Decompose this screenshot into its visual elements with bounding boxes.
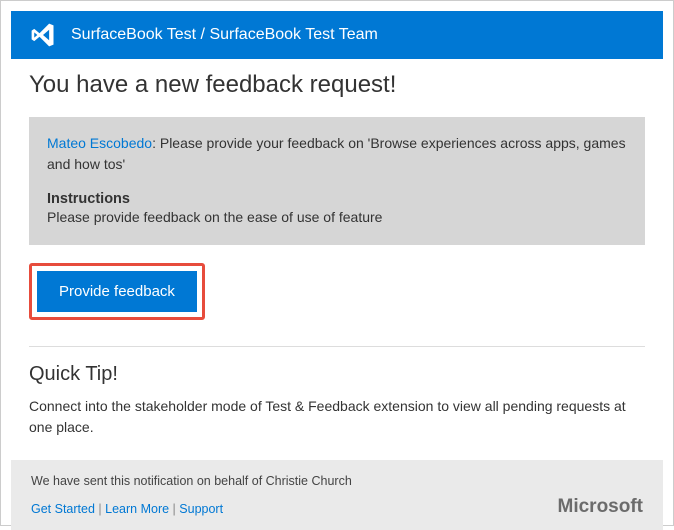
footer-links: Get Started | Learn More | Support [31,502,643,516]
section-divider [29,346,645,347]
provide-feedback-button[interactable]: Provide feedback [37,271,197,312]
request-message: Mateo Escobedo: Please provide your feed… [47,133,627,175]
footer-sender-name: Christie Church [266,474,352,488]
quicktip-text: Connect into the stakeholder mode of Tes… [29,396,645,438]
page-title: You have a new feedback request! [29,71,645,99]
visual-studio-icon [29,21,57,49]
header-title: SurfaceBook Test / SurfaceBook Test Team [71,26,378,44]
footer-sent-prefix: We have sent this notification on behalf… [31,474,266,488]
requester-name-link[interactable]: Mateo Escobedo [47,135,152,151]
content-area: You have a new feedback request! Mateo E… [1,59,673,438]
instructions-text: Please provide feedback on the ease of u… [47,209,627,225]
footer: We have sent this notification on behalf… [11,460,663,530]
feedback-request-box: Mateo Escobedo: Please provide your feed… [29,117,645,245]
learn-more-link[interactable]: Learn More [105,502,169,516]
footer-sent-text: We have sent this notification on behalf… [31,474,643,488]
support-link[interactable]: Support [179,502,223,516]
quicktip-heading: Quick Tip! [29,363,645,386]
highlight-frame: Provide feedback [29,263,205,320]
requester-suffix: : [152,135,160,151]
get-started-link[interactable]: Get Started [31,502,95,516]
instructions-heading: Instructions [47,191,627,207]
microsoft-logo: Microsoft [558,496,644,518]
header-bar: SurfaceBook Test / SurfaceBook Test Team [11,11,663,59]
